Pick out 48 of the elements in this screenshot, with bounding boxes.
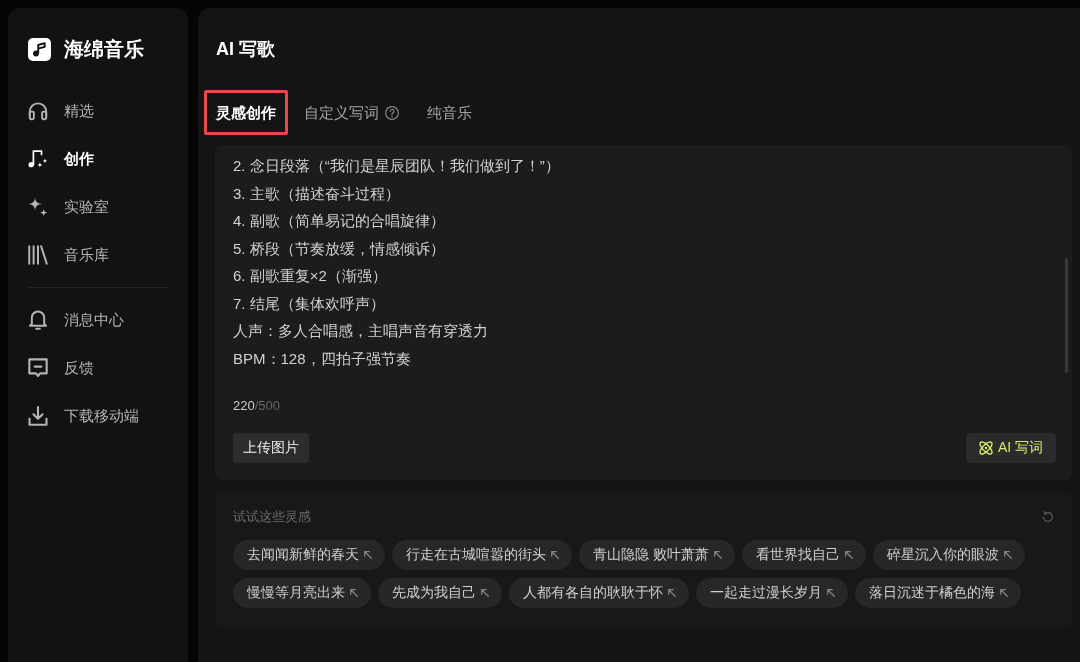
- suggestion-chip[interactable]: 先成为我自己: [378, 578, 502, 608]
- suggestions-label: 试试这些灵感: [233, 508, 311, 526]
- nav-item[interactable]: 下载移动端: [28, 405, 139, 427]
- char-counter: 220/500: [233, 397, 280, 415]
- suggestion-chip[interactable]: 一起走过漫长岁月: [696, 578, 848, 608]
- refresh-icon[interactable]: [1042, 511, 1054, 523]
- arrow-up-left-icon: [1003, 551, 1012, 559]
- tab[interactable]: 自定义写词: [292, 90, 411, 135]
- library-icon: [28, 245, 48, 265]
- tab[interactable]: 灵感创作: [204, 90, 288, 135]
- suggestion-chip[interactable]: 慢慢等月亮出来: [233, 578, 371, 608]
- atom-icon: [978, 441, 993, 455]
- tab[interactable]: 纯音乐: [415, 90, 484, 135]
- nav-item[interactable]: 消息中心: [28, 309, 124, 331]
- message-icon: [28, 358, 48, 378]
- sparkle-icon: [28, 197, 48, 217]
- suggestion-chip[interactable]: 人都有各自的耿耿于怀: [509, 578, 689, 608]
- help-icon[interactable]: [385, 105, 399, 120]
- suggestion-chip[interactable]: 落日沉迷于橘色的海: [855, 578, 1021, 608]
- suggestion-chip[interactable]: 青山隐隐 败叶萧萧: [579, 540, 735, 570]
- nav-item[interactable]: 反馈: [28, 357, 94, 379]
- music-note-icon: [28, 149, 48, 169]
- suggestion-chip[interactable]: 去闻闻新鲜的春天: [233, 540, 385, 570]
- nav-item[interactable]: 实验室: [28, 196, 109, 218]
- arrow-up-left-icon: [713, 551, 722, 559]
- ai-lyrics-button[interactable]: AI 写词: [965, 433, 1056, 463]
- prompt-textarea[interactable]: 2. 念日段落（“我们是星辰团队！我们做到了！”） 3. 主歌（描述奋斗过程） 4. 副歌（简单易记的合唱旋律） 5. 桥段（节奏放缓，情感倾诉） 6. 副歌重复×2（渐强） 7. 结尾（集体欢呼声） 人声：多人合唱感，主唱声音有穿透力 BPM：128，四拍子强节奏: [233, 152, 1056, 372]
- arrow-up-left-icon: [1000, 589, 1008, 597]
- logo-icon: [28, 38, 51, 61]
- nav-item[interactable]: 创作: [28, 148, 94, 170]
- arrow-up-left-icon: [364, 551, 372, 559]
- upload-image-button[interactable]: 上传图片: [233, 433, 309, 463]
- nav-item[interactable]: 音乐库: [28, 244, 109, 266]
- arrow-up-left-icon: [350, 589, 358, 597]
- arrow-up-left-icon: [827, 589, 835, 597]
- download-icon: [28, 406, 48, 426]
- suggestion-chip[interactable]: 行走在古城喧嚣的街头: [392, 540, 572, 570]
- app-name: 海绵音乐: [64, 38, 144, 61]
- arrow-up-left-icon: [481, 589, 489, 597]
- headphones-icon: [28, 101, 48, 121]
- suggestion-chip[interactable]: 看世界找自己: [741, 540, 866, 570]
- arrow-up-left-icon: [668, 589, 676, 597]
- arrow-up-left-icon: [844, 551, 853, 559]
- nav-item[interactable]: 精选: [28, 100, 94, 122]
- page-title: AI 写歌: [215, 38, 276, 60]
- suggestion-chip[interactable]: 碎星沉入你的眼波: [872, 540, 1025, 570]
- bell-icon: [28, 310, 48, 330]
- arrow-up-left-icon: [551, 551, 559, 559]
